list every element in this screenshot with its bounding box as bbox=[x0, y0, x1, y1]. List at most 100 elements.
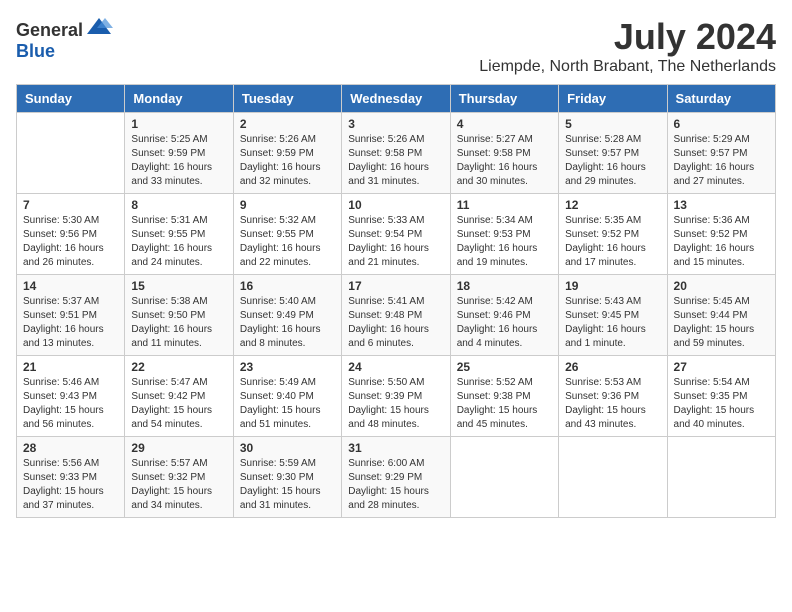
day-info: Sunrise: 5:37 AM Sunset: 9:51 PM Dayligh… bbox=[23, 295, 118, 351]
day-info: Sunrise: 5:27 AM Sunset: 9:58 PM Dayligh… bbox=[457, 133, 552, 189]
calendar-cell: 27 Sunrise: 5:54 AM Sunset: 9:35 PM Dayli… bbox=[667, 356, 775, 437]
calendar-cell: 7 Sunrise: 5:30 AM Sunset: 9:56 PM Daylig… bbox=[17, 194, 125, 275]
calendar-cell: 31Sunrise: 6:00 AM Sunset: 9:29 PM Dayli… bbox=[342, 437, 450, 518]
day-number: 8 bbox=[131, 198, 226, 212]
header-row: SundayMondayTuesdayWednesdayThursdayFrid… bbox=[17, 85, 776, 113]
day-number: 22 bbox=[131, 360, 226, 374]
header-saturday: Saturday bbox=[667, 85, 775, 113]
day-info: Sunrise: 5:56 AM Sunset: 9:33 PM Dayligh… bbox=[23, 457, 118, 513]
day-number: 1 bbox=[131, 117, 226, 131]
calendar-cell bbox=[450, 437, 558, 518]
day-number: 18 bbox=[457, 279, 552, 293]
week-row-4: 21 Sunrise: 5:46 AM Sunset: 9:43 PM Dayli… bbox=[17, 356, 776, 437]
logo-general: General bbox=[16, 20, 83, 40]
calendar-cell: 13 Sunrise: 5:36 AM Sunset: 9:52 PM Dayli… bbox=[667, 194, 775, 275]
day-number: 3 bbox=[348, 117, 443, 131]
day-number: 14 bbox=[23, 279, 118, 293]
day-number: 12 bbox=[565, 198, 660, 212]
month-title: July 2024 bbox=[479, 16, 776, 58]
calendar-cell: 14 Sunrise: 5:37 AM Sunset: 9:51 PM Dayli… bbox=[17, 275, 125, 356]
day-info: Sunrise: 5:46 AM Sunset: 9:43 PM Dayligh… bbox=[23, 376, 118, 432]
day-info: Sunrise: 5:32 AM Sunset: 9:55 PM Dayligh… bbox=[240, 214, 335, 270]
day-number: 29 bbox=[131, 441, 226, 455]
day-number: 4 bbox=[457, 117, 552, 131]
day-number: 20 bbox=[674, 279, 769, 293]
calendar-cell: 29Sunrise: 5:57 AM Sunset: 9:32 PM Dayli… bbox=[125, 437, 233, 518]
logo-icon bbox=[85, 16, 113, 36]
day-info: Sunrise: 5:54 AM Sunset: 9:35 PM Dayligh… bbox=[674, 376, 769, 432]
day-info: Sunrise: 5:33 AM Sunset: 9:54 PM Dayligh… bbox=[348, 214, 443, 270]
header-monday: Monday bbox=[125, 85, 233, 113]
day-number: 5 bbox=[565, 117, 660, 131]
day-info: Sunrise: 5:40 AM Sunset: 9:49 PM Dayligh… bbox=[240, 295, 335, 351]
calendar-cell: 25 Sunrise: 5:52 AM Sunset: 9:38 PM Dayli… bbox=[450, 356, 558, 437]
day-number: 17 bbox=[348, 279, 443, 293]
calendar-cell: 21 Sunrise: 5:46 AM Sunset: 9:43 PM Dayli… bbox=[17, 356, 125, 437]
calendar-cell: 4 Sunrise: 5:27 AM Sunset: 9:58 PM Daylig… bbox=[450, 113, 558, 194]
day-info: Sunrise: 5:52 AM Sunset: 9:38 PM Dayligh… bbox=[457, 376, 552, 432]
day-number: 13 bbox=[674, 198, 769, 212]
day-number: 28 bbox=[23, 441, 118, 455]
calendar-cell: 30 Sunrise: 5:59 AM Sunset: 9:30 PM Dayli… bbox=[233, 437, 341, 518]
calendar-table: SundayMondayTuesdayWednesdayThursdayFrid… bbox=[16, 84, 776, 518]
calendar-cell bbox=[667, 437, 775, 518]
day-number: 31 bbox=[348, 441, 443, 455]
day-number: 7 bbox=[23, 198, 118, 212]
day-number: 11 bbox=[457, 198, 552, 212]
day-info: Sunrise: 5:34 AM Sunset: 9:53 PM Dayligh… bbox=[457, 214, 552, 270]
day-info: Sunrise: 5:43 AM Sunset: 9:45 PM Dayligh… bbox=[565, 295, 660, 351]
day-info: Sunrise: 5:50 AM Sunset: 9:39 PM Dayligh… bbox=[348, 376, 443, 432]
calendar-cell: 5Sunrise: 5:28 AM Sunset: 9:57 PM Daylig… bbox=[559, 113, 667, 194]
day-info: Sunrise: 5:53 AM Sunset: 9:36 PM Dayligh… bbox=[565, 376, 660, 432]
week-row-3: 14 Sunrise: 5:37 AM Sunset: 9:51 PM Dayli… bbox=[17, 275, 776, 356]
week-row-1: 1 Sunrise: 5:25 AM Sunset: 9:59 PM Daylig… bbox=[17, 113, 776, 194]
calendar-cell: 8Sunrise: 5:31 AM Sunset: 9:55 PM Daylig… bbox=[125, 194, 233, 275]
title-area: July 2024 Liempde, North Brabant, The Ne… bbox=[479, 16, 776, 76]
day-number: 25 bbox=[457, 360, 552, 374]
day-number: 26 bbox=[565, 360, 660, 374]
calendar-cell: 9 Sunrise: 5:32 AM Sunset: 9:55 PM Daylig… bbox=[233, 194, 341, 275]
calendar-cell: 20 Sunrise: 5:45 AM Sunset: 9:44 PM Dayli… bbox=[667, 275, 775, 356]
day-number: 30 bbox=[240, 441, 335, 455]
logo-blue: Blue bbox=[16, 41, 55, 61]
calendar-cell: 23 Sunrise: 5:49 AM Sunset: 9:40 PM Dayli… bbox=[233, 356, 341, 437]
day-number: 19 bbox=[565, 279, 660, 293]
day-info: Sunrise: 5:26 AM Sunset: 9:58 PM Dayligh… bbox=[348, 133, 443, 189]
calendar-cell: 17 Sunrise: 5:41 AM Sunset: 9:48 PM Dayli… bbox=[342, 275, 450, 356]
day-number: 21 bbox=[23, 360, 118, 374]
day-info: Sunrise: 5:36 AM Sunset: 9:52 PM Dayligh… bbox=[674, 214, 769, 270]
day-info: Sunrise: 5:47 AM Sunset: 9:42 PM Dayligh… bbox=[131, 376, 226, 432]
day-number: 9 bbox=[240, 198, 335, 212]
day-number: 15 bbox=[131, 279, 226, 293]
calendar-cell: 11 Sunrise: 5:34 AM Sunset: 9:53 PM Dayli… bbox=[450, 194, 558, 275]
day-info: Sunrise: 5:26 AM Sunset: 9:59 PM Dayligh… bbox=[240, 133, 335, 189]
week-row-5: 28 Sunrise: 5:56 AM Sunset: 9:33 PM Dayli… bbox=[17, 437, 776, 518]
day-info: Sunrise: 5:38 AM Sunset: 9:50 PM Dayligh… bbox=[131, 295, 226, 351]
header-friday: Friday bbox=[559, 85, 667, 113]
day-info: Sunrise: 5:30 AM Sunset: 9:56 PM Dayligh… bbox=[23, 214, 118, 270]
header-tuesday: Tuesday bbox=[233, 85, 341, 113]
calendar-cell: 1 Sunrise: 5:25 AM Sunset: 9:59 PM Daylig… bbox=[125, 113, 233, 194]
calendar-cell: 10 Sunrise: 5:33 AM Sunset: 9:54 PM Dayli… bbox=[342, 194, 450, 275]
week-row-2: 7 Sunrise: 5:30 AM Sunset: 9:56 PM Daylig… bbox=[17, 194, 776, 275]
day-info: Sunrise: 5:41 AM Sunset: 9:48 PM Dayligh… bbox=[348, 295, 443, 351]
calendar-cell: 15 Sunrise: 5:38 AM Sunset: 9:50 PM Dayli… bbox=[125, 275, 233, 356]
calendar-cell: 12 Sunrise: 5:35 AM Sunset: 9:52 PM Dayli… bbox=[559, 194, 667, 275]
day-info: Sunrise: 5:49 AM Sunset: 9:40 PM Dayligh… bbox=[240, 376, 335, 432]
calendar-cell: 22 Sunrise: 5:47 AM Sunset: 9:42 PM Dayli… bbox=[125, 356, 233, 437]
day-info: Sunrise: 5:45 AM Sunset: 9:44 PM Dayligh… bbox=[674, 295, 769, 351]
day-info: Sunrise: 5:35 AM Sunset: 9:52 PM Dayligh… bbox=[565, 214, 660, 270]
location-title: Liempde, North Brabant, The Netherlands bbox=[479, 58, 776, 76]
day-info: Sunrise: 5:59 AM Sunset: 9:30 PM Dayligh… bbox=[240, 457, 335, 513]
calendar-cell: 2Sunrise: 5:26 AM Sunset: 9:59 PM Daylig… bbox=[233, 113, 341, 194]
calendar-cell: 26 Sunrise: 5:53 AM Sunset: 9:36 PM Dayli… bbox=[559, 356, 667, 437]
day-number: 23 bbox=[240, 360, 335, 374]
day-number: 27 bbox=[674, 360, 769, 374]
calendar-cell: 19 Sunrise: 5:43 AM Sunset: 9:45 PM Dayli… bbox=[559, 275, 667, 356]
day-number: 10 bbox=[348, 198, 443, 212]
day-info: Sunrise: 5:25 AM Sunset: 9:59 PM Dayligh… bbox=[131, 133, 226, 189]
calendar-cell: 16Sunrise: 5:40 AM Sunset: 9:49 PM Dayli… bbox=[233, 275, 341, 356]
day-number: 6 bbox=[674, 117, 769, 131]
logo-text: General Blue bbox=[16, 16, 113, 62]
calendar-cell bbox=[559, 437, 667, 518]
